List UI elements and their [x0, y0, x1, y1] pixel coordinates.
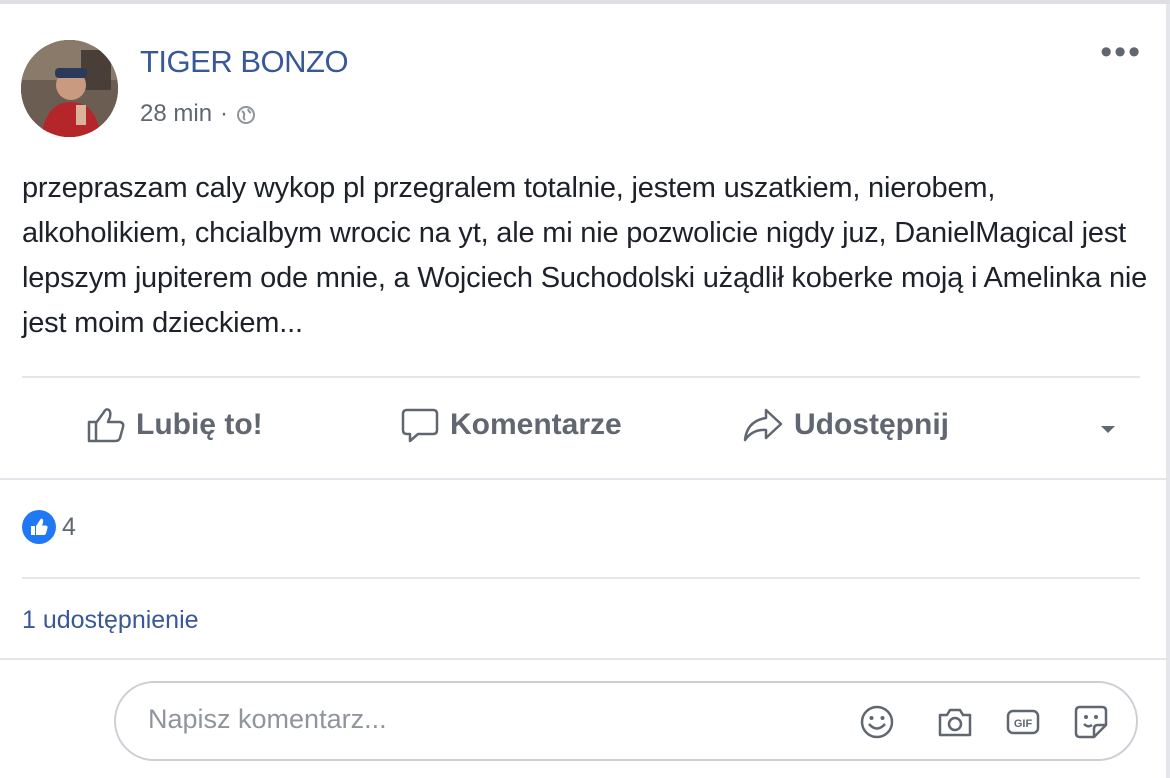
shares-count-link[interactable]: 1 udostępnienie: [22, 606, 199, 635]
comment-button[interactable]: Komentarze: [400, 406, 622, 444]
share-button-label: Udostępnij: [794, 408, 949, 441]
like-button-label: Lubię to!: [136, 408, 263, 441]
post-author-name[interactable]: TIGER BONZO: [140, 44, 349, 80]
more-options-icon[interactable]: •••: [1100, 35, 1142, 69]
reactions-summary[interactable]: 4: [22, 510, 76, 544]
share-arrow-icon: [743, 408, 783, 442]
post-actions-bar: Lubię to! Komentarze Udostępnij: [0, 386, 1166, 476]
globe-icon[interactable]: [236, 104, 256, 124]
svg-text:GIF: GIF: [1014, 718, 1033, 730]
sticker-icon[interactable]: [1072, 703, 1110, 741]
post-text: przepraszam caly wykop pl przegralem tot…: [22, 172, 1148, 339]
divider: [0, 478, 1166, 480]
meta-separator: ·: [220, 100, 229, 127]
camera-icon[interactable]: [936, 703, 974, 741]
like-button[interactable]: Lubię to!: [86, 406, 263, 444]
comment-bubble-icon: [401, 408, 439, 443]
post-meta: 28 min ·: [140, 100, 256, 128]
gif-icon[interactable]: GIF: [1004, 703, 1042, 741]
divider: [22, 376, 1140, 378]
chevron-down-icon[interactable]: [1098, 422, 1118, 441]
divider: [22, 577, 1140, 579]
thumbs-up-icon: [87, 408, 125, 443]
avatar[interactable]: [21, 40, 118, 137]
emoji-icon[interactable]: [858, 703, 896, 741]
avatar-image: [21, 40, 118, 137]
like-badge-icon: [22, 510, 56, 544]
reaction-count: 4: [62, 512, 76, 541]
divider: [0, 658, 1166, 660]
feed-post: TIGER BONZO 28 min · ••• przepraszam cal…: [0, 4, 1170, 778]
comment-button-label: Komentarze: [450, 408, 622, 441]
comment-input[interactable]: [146, 703, 800, 736]
share-button[interactable]: Udostępnij: [742, 406, 949, 444]
post-timestamp[interactable]: 28 min: [140, 100, 212, 128]
comment-composer: GIF: [114, 681, 1138, 761]
